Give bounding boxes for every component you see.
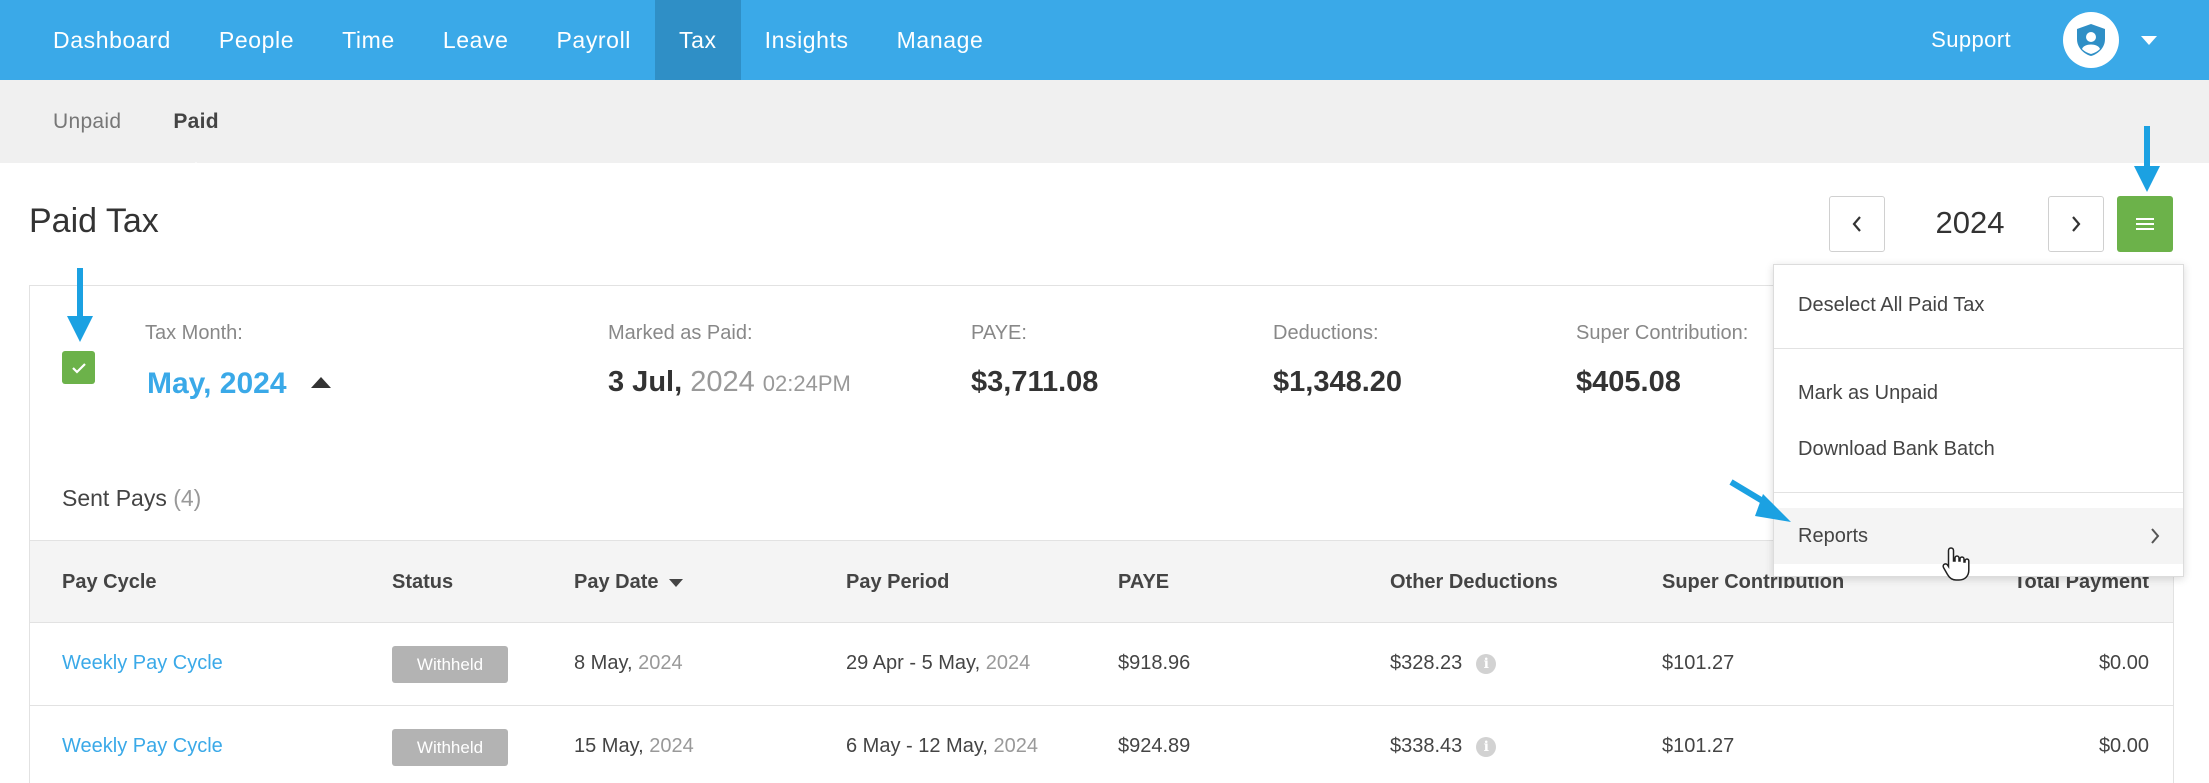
menu-item-reports[interactable]: Reports xyxy=(1774,508,2183,564)
nav-insights[interactable]: Insights xyxy=(741,0,873,80)
pay-period: 29 Apr - 5 May, 2024 xyxy=(846,652,1030,675)
annotation-arrow-down-icon xyxy=(67,268,93,342)
tax-month-label: Tax Month: xyxy=(145,322,243,344)
avatar[interactable] xyxy=(2063,12,2119,68)
sent-pays-count: (4) xyxy=(173,485,202,511)
marked-paid-year: 2024 xyxy=(690,366,755,398)
sent-pays-label: Sent Pays xyxy=(62,485,167,511)
nav-right: Support xyxy=(1931,0,2209,80)
previous-year-button[interactable] xyxy=(1829,196,1885,252)
total-payment-amount: $0.00 xyxy=(2098,652,2149,674)
menu-divider xyxy=(1774,492,2183,493)
pay-cycle-link[interactable]: Weekly Pay Cycle xyxy=(62,652,223,675)
menu-item-download-bank-batch[interactable]: Download Bank Batch xyxy=(1774,421,2183,477)
nav-tax[interactable]: Tax xyxy=(655,0,741,80)
table-row: Weekly Pay Cycle Withheld 8 May, 2024 29… xyxy=(30,623,2173,706)
next-year-button[interactable] xyxy=(2048,196,2104,252)
sent-pays-heading: Sent Pays (4) xyxy=(62,485,201,512)
paye-amount: $918.96 xyxy=(1118,652,1191,674)
sub-navigation: Unpaid Paid xyxy=(0,80,2209,176)
col-status[interactable]: Status xyxy=(392,571,453,594)
marked-paid-day: 3 Jul, xyxy=(608,366,683,398)
account-dropdown-caret-icon[interactable] xyxy=(2141,35,2157,45)
page-title: Paid Tax xyxy=(29,202,159,240)
paye-amount: $924.89 xyxy=(1118,735,1191,757)
nav-time[interactable]: Time xyxy=(318,0,419,80)
other-deductions-cell: $328.23 i xyxy=(1390,652,1497,675)
main-nav: Dashboard People Time Leave Payroll Tax … xyxy=(0,0,1007,80)
support-link[interactable]: Support xyxy=(1931,27,2011,53)
chevron-left-icon xyxy=(1852,216,1861,232)
paye-label: PAYE: xyxy=(971,322,1027,344)
table-row: Weekly Pay Cycle Withheld 15 May, 2024 6… xyxy=(30,706,2173,783)
nav-payroll[interactable]: Payroll xyxy=(532,0,655,80)
marked-paid-value: 3 Jul, 2024 02:24PM xyxy=(608,366,851,399)
hamburger-menu-icon xyxy=(2136,218,2154,230)
checkmark-icon xyxy=(71,362,86,374)
deductions-value: $1,348.20 xyxy=(1273,366,1403,398)
tax-month-value[interactable]: May, 2024 xyxy=(147,367,287,401)
top-navigation: Dashboard People Time Leave Payroll Tax … xyxy=(0,0,2209,80)
super-contribution-amount: $101.27 xyxy=(1662,735,1735,757)
super-contribution-value: $405.08 xyxy=(1576,366,1681,398)
tab-unpaid[interactable]: Unpaid xyxy=(53,110,121,134)
pay-period-year: 2024 xyxy=(993,735,1038,757)
pay-period-range: 6 May - 12 May, xyxy=(846,735,988,757)
status-badge: Withheld xyxy=(392,729,508,766)
deductions-label: Deductions: xyxy=(1273,322,1379,344)
menu-item-deselect-all[interactable]: Deselect All Paid Tax xyxy=(1774,277,2183,333)
pay-cycle-link[interactable]: Weekly Pay Cycle xyxy=(62,735,223,758)
nav-manage[interactable]: Manage xyxy=(873,0,1008,80)
menu-item-mark-unpaid[interactable]: Mark as Unpaid xyxy=(1774,365,2183,421)
menu-item-reports-label: Reports xyxy=(1798,524,1869,547)
chevron-right-icon xyxy=(2072,216,2081,232)
sort-descending-icon xyxy=(668,578,683,587)
annotation-arrow-down-icon xyxy=(2134,126,2160,192)
select-tax-month-checkbox[interactable] xyxy=(62,351,95,384)
pay-date: 8 May, 2024 xyxy=(574,652,683,675)
other-deductions-amount: $328.23 xyxy=(1390,652,1463,674)
pay-date-day: 8 May, xyxy=(574,652,633,674)
pay-period: 6 May - 12 May, 2024 xyxy=(846,735,1038,758)
actions-menu-button[interactable] xyxy=(2117,196,2173,252)
col-pay-date-label: Pay Date xyxy=(574,571,659,593)
year-display: 2024 xyxy=(1935,205,2005,240)
pay-date: 15 May, 2024 xyxy=(574,735,694,758)
tab-paid[interactable]: Paid xyxy=(173,110,219,176)
marked-paid-label: Marked as Paid: xyxy=(608,322,753,344)
actions-dropdown-menu: Deselect All Paid Tax Mark as Unpaid Dow… xyxy=(1773,264,2184,577)
total-payment-amount: $0.00 xyxy=(2098,735,2149,757)
pointer-cursor-icon xyxy=(1942,547,1970,581)
info-icon[interactable]: i xyxy=(1476,736,1497,757)
other-deductions-cell: $338.43 i xyxy=(1390,735,1497,758)
pay-period-year: 2024 xyxy=(985,652,1031,674)
menu-divider xyxy=(1774,348,2183,349)
pay-date-year: 2024 xyxy=(638,652,683,674)
col-pay-cycle[interactable]: Pay Cycle xyxy=(62,571,157,594)
super-contribution-amount: $101.27 xyxy=(1662,652,1735,674)
col-paye[interactable]: PAYE xyxy=(1118,571,1169,594)
pay-date-year: 2024 xyxy=(649,735,694,757)
user-shield-icon xyxy=(2077,24,2105,56)
marked-paid-time: 02:24PM xyxy=(762,371,851,396)
pay-period-range: 29 Apr - 5 May, xyxy=(846,652,981,674)
status-badge: Withheld xyxy=(392,646,508,683)
collapse-caret-icon[interactable] xyxy=(311,377,331,388)
annotation-arrow-diagonal-icon xyxy=(1729,479,1791,522)
super-contribution-label: Super Contribution: xyxy=(1576,322,1749,344)
info-icon[interactable]: i xyxy=(1476,653,1497,674)
col-pay-period[interactable]: Pay Period xyxy=(846,571,949,594)
nav-people[interactable]: People xyxy=(195,0,318,80)
nav-leave[interactable]: Leave xyxy=(419,0,533,80)
col-other-deductions[interactable]: Other Deductions xyxy=(1390,571,1558,594)
nav-dashboard[interactable]: Dashboard xyxy=(29,0,195,80)
col-pay-date[interactable]: Pay Date xyxy=(574,571,683,594)
other-deductions-amount: $338.43 xyxy=(1390,735,1463,757)
pay-date-day: 15 May, xyxy=(574,735,644,757)
chevron-right-icon xyxy=(2151,528,2160,544)
paye-value: $3,711.08 xyxy=(971,366,1099,398)
